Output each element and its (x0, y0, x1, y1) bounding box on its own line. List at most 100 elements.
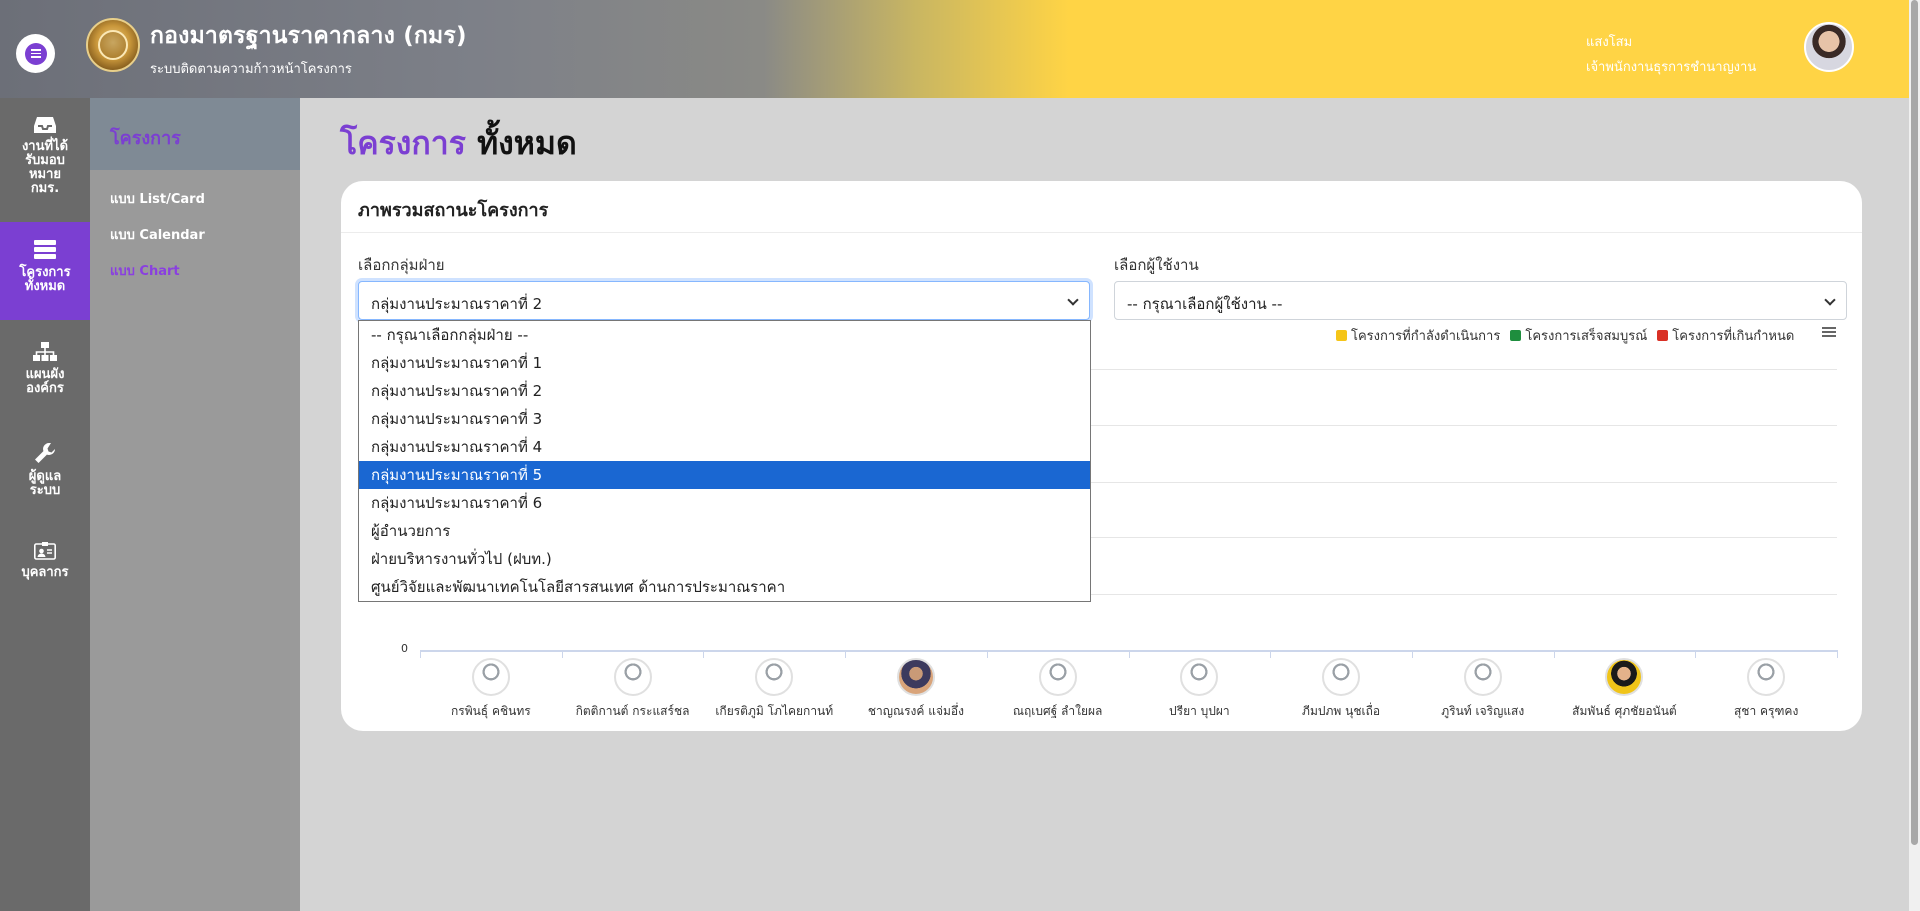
person-avatar (613, 658, 652, 696)
person-avatar (1747, 658, 1786, 696)
user-select[interactable]: -- กรุณาเลือกผู้ใช้งาน -- (1114, 281, 1847, 320)
person-avatar (1038, 658, 1077, 696)
dropdown-option[interactable]: ศูนย์วิจัยและพัฒนาเทคโนโลยีสารสนเทศ ด้าน… (359, 573, 1090, 601)
table-icon (34, 240, 56, 259)
person-avatar (896, 658, 935, 696)
x-tick-label: กิตติกานต์ กระแสร์ชล (575, 704, 690, 718)
org-subtitle: ระบบติดตามความก้าวหน้าโครงการ (150, 62, 352, 77)
card-title: ภาพรวมสถานะโครงการ (358, 200, 549, 221)
x-tick-label: ชาญณรงค์ แจ่มอึ่ง (867, 704, 964, 718)
x-axis-tick (420, 650, 421, 658)
x-axis-category: กิตติกานต์ กระแสร์ชล (553, 658, 713, 721)
dropdown-option[interactable]: กลุ่มงานประมาณราคาที่ 1 (359, 349, 1090, 377)
legend-swatch (1336, 330, 1347, 341)
legend-item[interactable]: โครงการเสร็จสมบูรณ์ (1510, 325, 1647, 346)
x-axis-category: สุชา ครุฑคง (1686, 658, 1846, 721)
x-tick-label: สัมพันธ์ ศุภชัยอนันต์ (1572, 704, 1677, 718)
dropdown-option[interactable]: -- กรุณาเลือกกลุ่มฝ่าย -- (359, 321, 1090, 349)
x-axis-category: ชาญณรงค์ แจ่มอึ่ง (836, 658, 996, 721)
sidebar-item-admin[interactable]: ผู้ดูแลระบบ (0, 442, 90, 498)
legend-label: โครงการที่กำลังดำเนินการ (1351, 329, 1501, 344)
legend-item[interactable]: โครงการที่กำลังดำเนินการ (1336, 325, 1500, 346)
user-name: แสงโสม (1586, 35, 1633, 50)
chevron-down-icon (1067, 294, 1079, 306)
sub-sidebar-title: โครงการ (110, 128, 181, 149)
subnav-link-chart[interactable]: แบบ Chart (110, 260, 180, 281)
scrollbar-thumb[interactable] (1911, 0, 1918, 845)
group-select[interactable]: กลุ่มงานประมาณราคาที่ 2 (358, 281, 1090, 320)
sub-sidebar-header: โครงการ (90, 98, 300, 170)
page-scrollbar[interactable] (1909, 0, 1920, 911)
dropdown-option[interactable]: กลุ่มงานประมาณราคาที่ 3 (359, 405, 1090, 433)
user-role: เจ้าพนักงานธุรการชำนาญงาน (1586, 60, 1757, 75)
x-axis-category: กรพินธุ์ คชินทร (411, 658, 571, 721)
x-tick-label: เกียรติภูมิ โภไคยกานท์ (715, 704, 834, 718)
x-tick-label: ภีมปภพ นุชเถื่อ (1302, 704, 1381, 718)
hamburger-icon (24, 42, 47, 65)
sidebar-item-all-projects[interactable]: โครงการทั้งหมด (0, 222, 90, 320)
group-select-value: กลุ่มงานประมาณราคาที่ 2 (371, 295, 543, 313)
main-sidebar: งานที่ได้รับมอบหมาย กมร. โครงการทั้งหมด … (0, 98, 90, 911)
x-axis-tick (1553, 650, 1555, 658)
chart-legend: โครงการที่กำลังดำเนินการ โครงการเสร็จสมบ… (1336, 325, 1794, 346)
sidebar-item-label: ผู้ดูแลระบบ (28, 469, 62, 498)
org-logo (86, 18, 140, 72)
x-axis-category: ปรียา บุปผา (1119, 658, 1279, 721)
x-axis-category: เกียรติภูมิ โภไคยกานท์ (694, 658, 854, 721)
sidebar-item-assigned-tasks[interactable]: งานที่ได้รับมอบหมาย กมร. (0, 116, 90, 196)
x-axis-tick (561, 650, 563, 658)
x-tick-label: ณฤเบศฐ์ ลำใยผล (1012, 704, 1103, 718)
id-card-icon (34, 542, 56, 560)
x-tick-label: ภูรินท์ เจริญแสง (1441, 704, 1525, 718)
wrench-icon (35, 443, 55, 463)
x-axis-tick (845, 650, 847, 658)
org-title: กองมาตรฐานราคากลาง (กมร) (150, 23, 467, 49)
sitemap-icon (33, 342, 57, 361)
x-axis-tick (703, 650, 705, 658)
x-axis-tick (1270, 650, 1272, 658)
legend-swatch (1657, 330, 1669, 341)
subnav-link-list-card[interactable]: แบบ List/Card (110, 188, 205, 209)
person-avatar (1463, 658, 1502, 696)
dropdown-option[interactable]: ผู้อำนวยการ (359, 517, 1090, 545)
person-avatar (1322, 658, 1361, 696)
legend-label: โครงการเสร็จสมบูรณ์ (1525, 329, 1648, 344)
legend-label: โครงการที่เกินกำหนด (1672, 329, 1795, 344)
subnav-link-calendar[interactable]: แบบ Calendar (110, 224, 205, 245)
inbox-icon (34, 117, 56, 133)
dropdown-option[interactable]: กลุ่มงานประมาณราคาที่ 6 (359, 489, 1090, 517)
card-header: ภาพรวมสถานะโครงการ (341, 181, 1862, 233)
legend-item[interactable]: โครงการที่เกินกำหนด (1657, 325, 1794, 346)
x-tick-label: กรพินธุ์ คชินทร (450, 704, 531, 718)
sidebar-item-label: แผนผังองค์กร (25, 367, 65, 396)
chevron-down-icon (1824, 294, 1836, 306)
user-select-label: เลือกผู้ใช้งาน (1114, 256, 1199, 274)
x-axis-category: ณฤเบศฐ์ ลำใยผล (978, 658, 1138, 721)
person-avatar (1180, 658, 1219, 696)
dropdown-option[interactable]: กลุ่มงานประมาณราคาที่ 4 (359, 433, 1090, 461)
dropdown-option[interactable]: ฝ่ายบริหารงานทั่วไป (ฝบท.) (359, 545, 1090, 573)
sidebar-item-personnel[interactable]: บุคลากร (0, 542, 90, 580)
x-axis-category: ภีมปภพ นุชเถื่อ (1261, 658, 1421, 721)
user-avatar[interactable] (1804, 22, 1854, 72)
person-avatar (1605, 658, 1644, 696)
dropdown-option[interactable]: กลุ่มงานประมาณราคาที่ 2 (359, 377, 1090, 405)
sub-sidebar: โครงการ แบบ List/Card แบบ Calendar แบบ C… (90, 98, 300, 911)
x-axis-tick (1695, 650, 1697, 658)
person-avatar (471, 658, 510, 696)
group-select-dropdown: -- กรุณาเลือกกลุ่มฝ่าย -- กลุ่มงานประมาณ… (358, 320, 1091, 602)
y-tick-label: 0 (401, 642, 408, 655)
legend-swatch (1510, 330, 1522, 341)
person-avatar (755, 658, 794, 696)
x-axis-tick (1128, 650, 1130, 658)
x-axis-category: สัมพันธ์ ศุภชัยอนันต์ (1544, 658, 1704, 721)
chart-menu-icon[interactable] (1822, 327, 1836, 337)
page-title-part2: ทั้งหมด (477, 124, 577, 162)
menu-toggle-button[interactable] (16, 34, 55, 73)
user-select-value: -- กรุณาเลือกผู้ใช้งาน -- (1127, 295, 1283, 313)
dropdown-option-highlighted[interactable]: กลุ่มงานประมาณราคาที่ 5 (359, 461, 1090, 489)
sidebar-item-org-chart[interactable]: แผนผังองค์กร (0, 342, 90, 396)
page-title-part1: โครงการ (340, 124, 466, 162)
top-header: กองมาตรฐานราคากลาง (กมร) ระบบติดตามความก… (0, 0, 1909, 98)
x-axis-tick (1837, 650, 1838, 658)
